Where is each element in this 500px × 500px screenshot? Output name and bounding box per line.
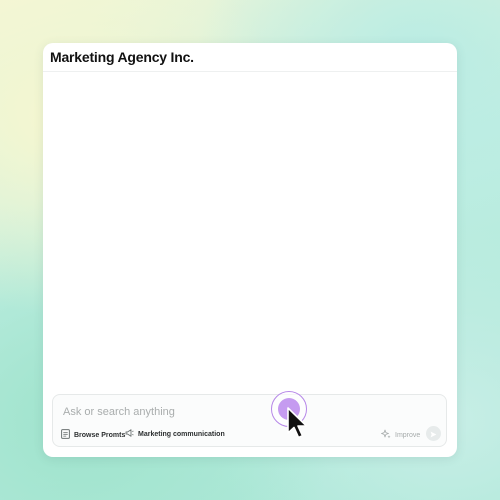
browse-prompts-button[interactable]: Browse Promts xyxy=(61,429,125,441)
megaphone-icon xyxy=(125,429,134,439)
title-bar: Marketing Agency Inc. xyxy=(43,43,457,72)
window-title: Marketing Agency Inc. xyxy=(50,49,194,65)
marketing-communication-label: Marketing communication xyxy=(138,430,225,438)
improve-label: Improve xyxy=(395,431,421,439)
browse-prompts-label: Browse Promts xyxy=(74,431,126,439)
mouse-pointer-icon xyxy=(287,407,308,439)
document-icon xyxy=(61,429,70,441)
prompt-composer: Browse Promts Marketing communication Im… xyxy=(52,394,447,447)
marketing-communication-button[interactable]: Marketing communication xyxy=(125,429,225,439)
send-button[interactable] xyxy=(426,426,441,441)
sparkle-icon xyxy=(381,429,391,441)
chat-area xyxy=(43,72,457,392)
app-window: Marketing Agency Inc. Browse Promts xyxy=(43,43,457,457)
improve-button[interactable]: Improve xyxy=(381,429,420,441)
send-icon xyxy=(430,425,437,443)
